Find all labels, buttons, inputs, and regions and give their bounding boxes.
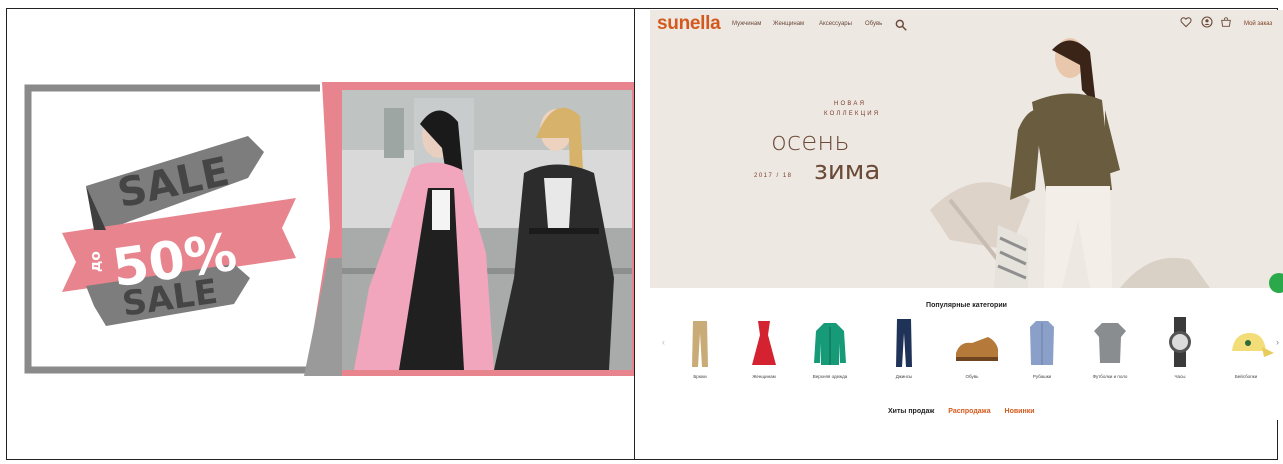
nav-shoes[interactable]: Обувь: [865, 21, 882, 27]
category-watches[interactable]: Часы: [1150, 315, 1210, 385]
watch-icon: [1169, 317, 1191, 367]
category-label: Бейсболки: [1234, 374, 1258, 379]
cap-icon: [1232, 333, 1274, 357]
account-icon[interactable]: [1201, 16, 1213, 28]
category-caps[interactable]: Бейсболки: [1216, 315, 1276, 385]
website-screenshot: sunella Мужчинам Женщинам Аксессуары Обу…: [650, 10, 1283, 420]
tshirt-icon: [1094, 323, 1126, 363]
product-tabs: Хиты продаж Распродажа Новинки: [888, 408, 1047, 415]
category-label: Футболки и поло: [1092, 374, 1128, 379]
nav-men[interactable]: Мужчинам: [732, 21, 761, 27]
category-women[interactable]: Женщинам: [734, 315, 794, 385]
season-year: 2017 / 18: [754, 173, 793, 179]
trousers-icon: [692, 321, 708, 367]
new-label: НОВАЯ: [834, 101, 867, 107]
season-winter: зима: [814, 156, 881, 186]
search-icon[interactable]: [895, 19, 907, 31]
category-trousers[interactable]: Брюки: [670, 315, 730, 385]
category-label: Женщинам: [752, 374, 776, 379]
category-shoes[interactable]: Обувь: [942, 315, 1002, 385]
category-tshirts[interactable]: Футболки и поло: [1080, 315, 1140, 385]
my-order-link[interactable]: Мой заказ: [1244, 21, 1272, 27]
category-label: Брюки: [693, 374, 707, 379]
hero-model-graphic: [650, 10, 1283, 288]
dress-icon: [752, 321, 776, 365]
panel-divider: [634, 8, 635, 460]
category-label: Часы: [1174, 374, 1186, 379]
tab-bestsellers[interactable]: Хиты продаж: [888, 408, 934, 415]
sale-top-text: SALE: [114, 149, 234, 217]
sale-banner-graphic: SALE до 50% SALE: [24, 82, 634, 376]
shirt-icon: [1030, 321, 1054, 365]
nav-women[interactable]: Женщинам: [773, 21, 804, 27]
category-label: Рубашки: [1032, 374, 1052, 379]
category-shirts[interactable]: Рубашки: [1012, 315, 1072, 385]
tab-sale[interactable]: Распродажа: [948, 408, 990, 415]
chat-button[interactable]: [1269, 273, 1283, 293]
jacket-icon: [814, 323, 846, 365]
site-logo[interactable]: sunella: [657, 13, 721, 35]
heart-icon[interactable]: [1180, 16, 1192, 28]
nav-accessories[interactable]: Аксессуары: [819, 21, 852, 27]
categories-title: Популярные категории: [926, 302, 1007, 309]
category-jeans[interactable]: Джинсы: [874, 315, 934, 385]
top-navigation: sunella Мужчинам Женщинам Аксессуары Обу…: [650, 10, 1283, 38]
collection-label: КОЛЛЕКЦИЯ: [824, 111, 881, 117]
carousel-next-icon[interactable]: ›: [1276, 337, 1279, 347]
shoe-icon: [956, 337, 998, 361]
hero-banner[interactable]: sunella Мужчинам Женщинам Аксессуары Обу…: [650, 10, 1283, 288]
category-label: Джинсы: [895, 374, 913, 379]
carousel-prev-icon[interactable]: ‹: [662, 337, 665, 347]
tab-new[interactable]: Новинки: [1005, 408, 1035, 415]
category-label: Обувь: [965, 374, 979, 379]
jeans-icon: [896, 319, 912, 367]
category-outerwear[interactable]: Верхняя одежда: [800, 315, 860, 385]
bag-icon[interactable]: [1220, 16, 1232, 28]
sale-banner[interactable]: SALE до 50% SALE: [24, 78, 634, 378]
prefix-text: до: [88, 251, 104, 272]
category-label: Верхняя одежда: [812, 374, 848, 379]
season-autumn: осень: [771, 127, 850, 157]
